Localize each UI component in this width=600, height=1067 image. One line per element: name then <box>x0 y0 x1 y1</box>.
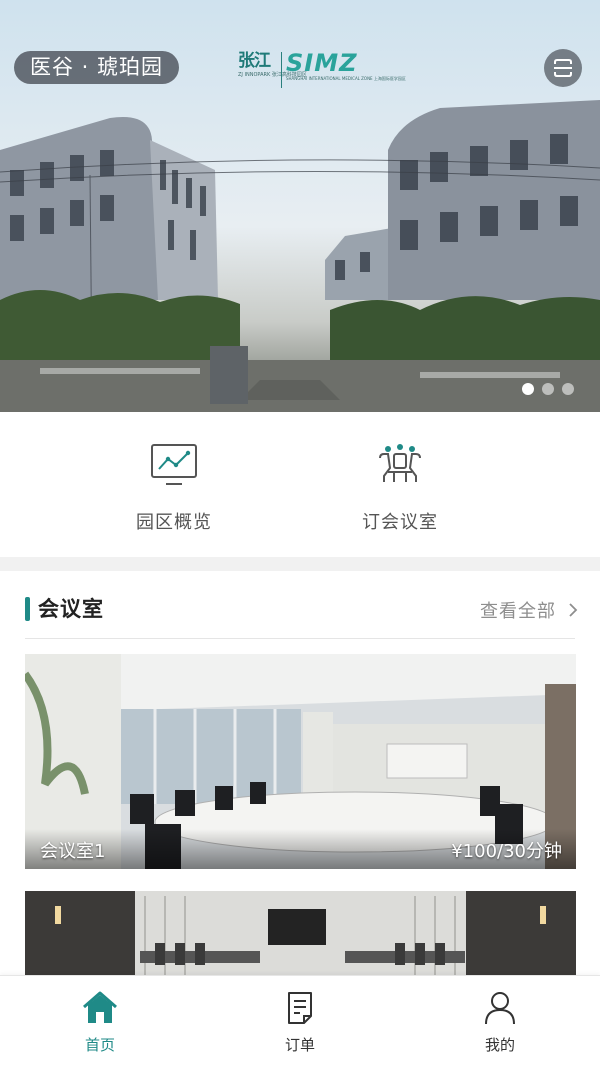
meeting-room-photo <box>25 891 576 981</box>
home-icon <box>83 991 117 1023</box>
meeting-room-card[interactable]: 会议室1 ¥100/30分钟 <box>25 654 576 869</box>
scan-button[interactable] <box>544 49 582 87</box>
bottom-tab-bar: 首页 订单 我的 <box>0 975 600 1067</box>
logo-en-subtext: SHANGHAI INTERNATIONAL MEDICAL ZONE 上海国际… <box>286 76 406 81</box>
tab-orders-label: 订单 <box>284 1036 315 1054</box>
tab-profile[interactable]: 我的 <box>440 990 560 1055</box>
park-overview-label: 园区概览 <box>136 512 212 533</box>
order-document-icon <box>288 992 312 1024</box>
section-accent-bar <box>25 597 30 621</box>
carousel-dot-1[interactable] <box>522 383 534 395</box>
tab-profile-label: 我的 <box>484 1036 515 1054</box>
book-meeting-room-label: 订会议室 <box>362 512 438 533</box>
view-all-label: 查看全部 <box>480 601 556 622</box>
tab-home[interactable]: 首页 <box>40 990 160 1055</box>
hero-banner[interactable]: 医谷 · 琥珀园 张江 ZJ INNOPARK 张江高科技园区 SIMZ SHA… <box>0 0 600 412</box>
book-meeting-room-entry[interactable]: 订会议室 <box>320 442 480 534</box>
section-divider <box>25 638 575 639</box>
tab-orders[interactable]: 订单 <box>240 990 360 1055</box>
app-root: 医谷 · 琥珀园 张江 ZJ INNOPARK 张江高科技园区 SIMZ SHA… <box>0 0 600 1067</box>
carousel-dot-3[interactable] <box>562 383 574 395</box>
scan-icon <box>554 59 572 77</box>
logo-en-text: SIMZ <box>286 49 358 77</box>
carousel-dot-2[interactable] <box>542 383 554 395</box>
section-separator <box>0 557 600 571</box>
carousel-indicator[interactable] <box>522 383 574 395</box>
user-icon <box>485 992 515 1025</box>
meeting-room-card[interactable] <box>25 891 576 981</box>
logo-cn-text: 张江 <box>238 51 271 71</box>
quick-entry-panel: 园区概览 订会议室 <box>0 412 600 557</box>
tab-home-label: 首页 <box>84 1036 115 1054</box>
park-logo: 张江 ZJ INNOPARK 张江高科技园区 SIMZ SHANGHAI INT… <box>238 50 406 96</box>
meeting-room-price: ¥100/30分钟 <box>451 841 562 862</box>
logo-cn-subtext: ZJ INNOPARK 张江高科技园区 <box>238 72 307 78</box>
chart-monitor-icon <box>151 444 197 485</box>
meeting-room-section-header: 会议室 查看全部 <box>0 571 600 639</box>
chevron-right-icon <box>569 603 578 617</box>
park-overview-entry[interactable]: 园区概览 <box>94 442 254 534</box>
park-name-badge[interactable]: 医谷 · 琥珀园 <box>14 51 180 84</box>
view-all-link[interactable]: 查看全部 <box>480 597 578 623</box>
meeting-people-icon <box>379 444 421 482</box>
logo-divider <box>281 52 282 88</box>
meeting-room-name: 会议室1 <box>40 841 106 862</box>
section-title: 会议室 <box>38 597 104 621</box>
